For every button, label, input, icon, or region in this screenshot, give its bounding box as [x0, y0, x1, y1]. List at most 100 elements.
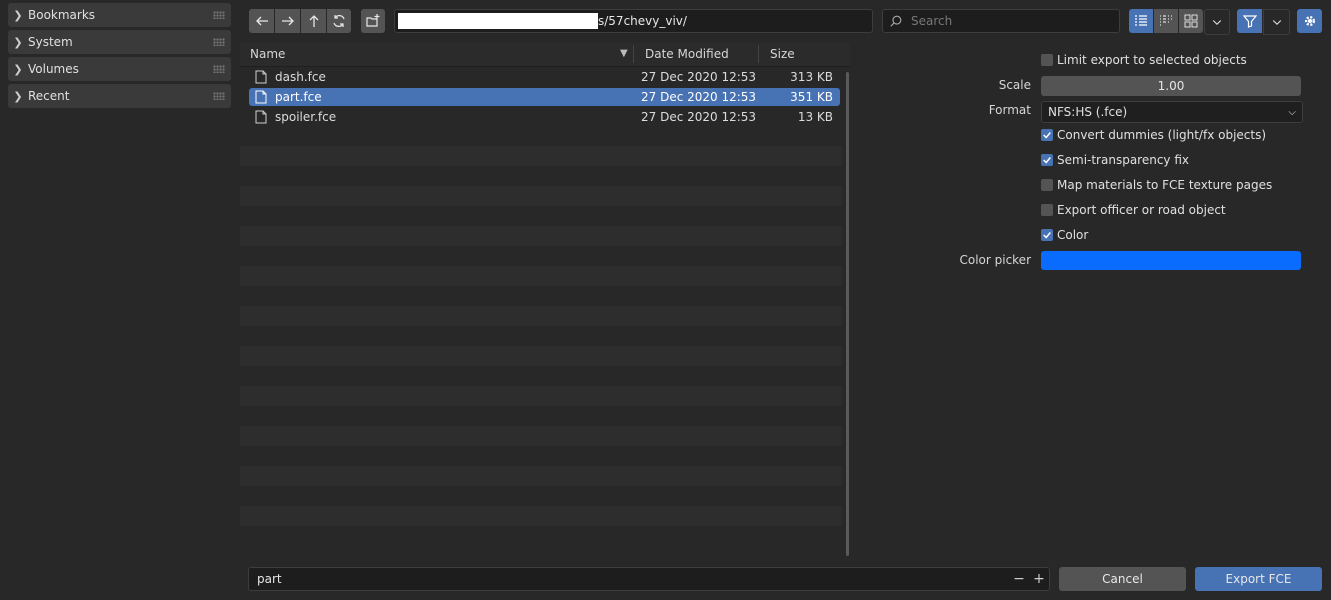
column-date-header[interactable]: Date Modified	[645, 47, 729, 61]
file-icon	[255, 90, 267, 104]
search-icon	[890, 15, 902, 27]
file-size: 351 KB	[790, 90, 833, 104]
row-stripe	[240, 306, 842, 326]
display-settings-dropdown[interactable]	[1204, 9, 1230, 35]
limit-export-checkbox[interactable]: Limit export to selected objects	[1041, 52, 1247, 68]
search-field[interactable]	[882, 9, 1120, 33]
filter-settings-dropdown[interactable]	[1263, 9, 1290, 35]
file-name: spoiler.fce	[275, 110, 337, 124]
file-date: 27 Dec 2020 12:53	[641, 110, 757, 124]
new-folder-icon	[366, 14, 380, 27]
cancel-button[interactable]: Cancel	[1059, 567, 1186, 591]
file-row-part[interactable]: part.fce 27 Dec 2020 12:53 351 KB	[249, 88, 840, 106]
drag-handle-icon[interactable]	[213, 92, 225, 100]
file-name: dash.fce	[275, 70, 326, 84]
chevron-right-icon: ❯	[13, 62, 23, 76]
checkbox-unchecked[interactable]	[1041, 204, 1053, 216]
thumbnails-icon	[1184, 14, 1198, 28]
display-thumbnails-button[interactable]	[1179, 9, 1203, 33]
file-size: 313 KB	[790, 70, 833, 84]
display-horizontal-list-button[interactable]	[1154, 9, 1178, 33]
format-label: Format	[988, 103, 1031, 117]
chevron-right-icon: ❯	[13, 89, 23, 103]
file-list-header: Name ▼ Date Modified Size	[240, 42, 850, 67]
file-row-spoiler[interactable]: spoiler.fce 27 Dec 2020 12:53 13 KB	[249, 108, 840, 126]
map-materials-checkbox[interactable]: Map materials to FCE texture pages	[1041, 177, 1272, 193]
drag-handle-icon[interactable]	[213, 65, 225, 73]
checkmark-icon[interactable]	[1041, 129, 1053, 141]
color-picker-label: Color picker	[959, 253, 1031, 267]
file-list: Name ▼ Date Modified Size dash.fce 27 De…	[240, 42, 850, 558]
convert-dummies-checkbox[interactable]: Convert dummies (light/fx objects)	[1041, 127, 1266, 143]
file-row-dash[interactable]: dash.fce 27 Dec 2020 12:53 313 KB	[249, 68, 840, 86]
directory-path-field[interactable]: s/57chevy_viv/	[394, 9, 873, 33]
column-divider[interactable]	[758, 45, 759, 63]
vertical-scrollbar[interactable]	[846, 72, 849, 556]
checkbox-unchecked[interactable]	[1041, 179, 1053, 191]
scale-field[interactable]: 1.00	[1041, 76, 1301, 96]
plus-icon[interactable]: +	[1029, 571, 1049, 587]
export-button[interactable]: Export FCE	[1195, 567, 1322, 591]
color-checkbox[interactable]: Color	[1041, 227, 1088, 243]
row-stripe	[240, 186, 842, 206]
column-size-header[interactable]: Size	[770, 47, 795, 61]
search-input[interactable]	[909, 13, 1113, 29]
panel-recent[interactable]: ❯ Recent	[8, 84, 231, 108]
sidebar: ❯ Bookmarks ❯ System ❯ Volumes ❯ Recent	[0, 0, 240, 600]
display-vertical-list-button[interactable]	[1129, 9, 1153, 33]
arrow-right-icon	[281, 16, 294, 26]
parent-directory-button[interactable]	[301, 9, 326, 33]
map-materials-label: Map materials to FCE texture pages	[1057, 178, 1273, 192]
file-date: 27 Dec 2020 12:53	[641, 90, 757, 104]
file-size: 13 KB	[797, 110, 833, 124]
color-label: Color	[1057, 228, 1089, 242]
chevron-right-icon: ❯	[13, 8, 23, 22]
convert-dummies-label: Convert dummies (light/fx objects)	[1057, 128, 1267, 142]
panel-system-label: System	[28, 35, 73, 49]
panel-volumes[interactable]: ❯ Volumes	[8, 57, 231, 81]
export-officer-checkbox[interactable]: Export officer or road object	[1041, 202, 1226, 218]
checkbox-unchecked[interactable]	[1041, 54, 1053, 66]
limit-export-label: Limit export to selected objects	[1057, 53, 1247, 67]
file-icon	[255, 110, 267, 124]
file-name: part.fce	[275, 90, 322, 104]
forward-button[interactable]	[275, 9, 300, 33]
drag-handle-icon[interactable]	[213, 38, 225, 46]
filter-icon	[1242, 15, 1257, 28]
semi-transparency-label: Semi-transparency fix	[1057, 153, 1190, 167]
refresh-icon	[333, 15, 345, 27]
row-stripe	[240, 386, 842, 406]
chevron-right-icon: ❯	[13, 35, 23, 49]
column-divider[interactable]	[633, 45, 634, 63]
checkmark-icon[interactable]	[1041, 229, 1053, 241]
filename-field[interactable]: part − +	[248, 567, 1050, 591]
new-folder-button[interactable]	[361, 9, 385, 33]
panel-recent-label: Recent	[28, 89, 70, 103]
minus-icon[interactable]: −	[1009, 571, 1029, 587]
panel-bookmarks[interactable]: ❯ Bookmarks	[8, 3, 231, 27]
chevron-down-icon: ⌵	[1288, 106, 1296, 118]
scale-label: Scale	[998, 78, 1031, 92]
row-stripe	[240, 426, 842, 446]
panel-volumes-label: Volumes	[28, 62, 79, 76]
checkmark-icon[interactable]	[1041, 154, 1053, 166]
back-button[interactable]	[249, 9, 274, 33]
directory-path-text: s/57chevy_viv/	[598, 14, 687, 28]
export-options-panel: Limit export to selected objects Scale 1…	[850, 42, 1331, 558]
panel-system[interactable]: ❯ System	[8, 30, 231, 54]
refresh-button[interactable]	[327, 9, 351, 33]
row-stripe	[240, 466, 842, 486]
color-picker-swatch[interactable]	[1041, 251, 1301, 270]
file-date: 27 Dec 2020 12:53	[641, 70, 757, 84]
format-value: NFS:HS (.fce)	[1048, 105, 1128, 119]
export-officer-label: Export officer or road object	[1057, 203, 1226, 217]
gear-icon	[1304, 15, 1315, 26]
format-select[interactable]: NFS:HS (.fce) ⌵	[1041, 101, 1303, 123]
row-stripe	[240, 266, 842, 286]
column-name-header[interactable]: Name	[250, 47, 285, 61]
sort-descending-icon: ▼	[620, 48, 628, 59]
semi-transparency-checkbox[interactable]: Semi-transparency fix	[1041, 152, 1189, 168]
settings-toggle-button[interactable]	[1297, 9, 1322, 33]
drag-handle-icon[interactable]	[213, 11, 225, 19]
filter-toggle-button[interactable]	[1237, 9, 1262, 33]
